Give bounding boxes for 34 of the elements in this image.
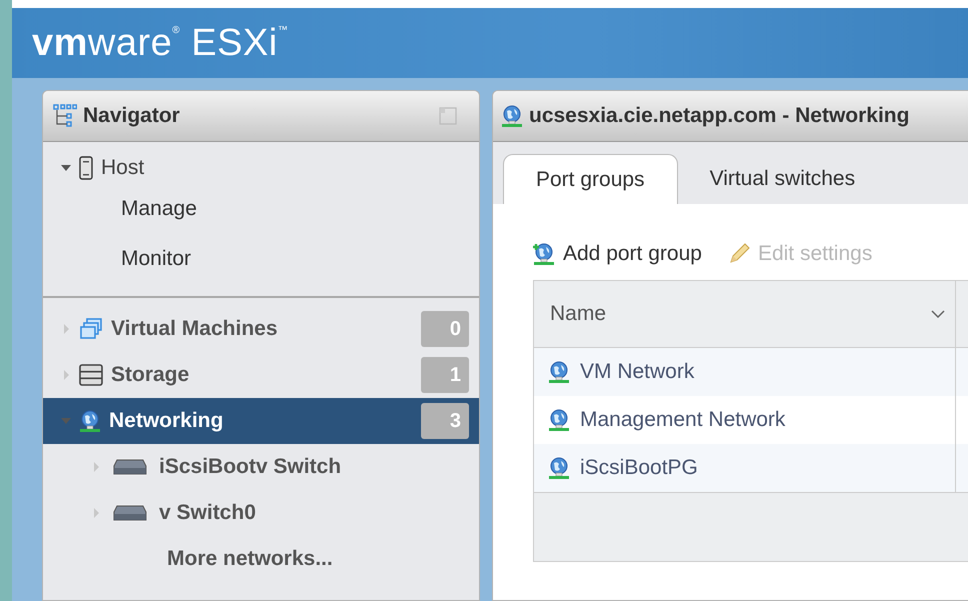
nav-item[interactable]: Monitor — [43, 234, 479, 284]
logo: vmware$^{®}$ ESXi$^{™}$ — [32, 22, 288, 64]
switch-icon — [113, 505, 147, 521]
network-icon — [548, 457, 570, 479]
add-button[interactable]: Add port group — [533, 242, 702, 266]
server-icon — [79, 156, 93, 180]
switch-icon — [113, 459, 147, 475]
caret-icon[interactable] — [61, 163, 71, 173]
more-link[interactable]: More networks... — [43, 536, 479, 582]
count-badge: 0 — [421, 311, 469, 347]
chevron-icon — [931, 310, 945, 318]
network-icon — [548, 361, 570, 383]
panel-title: ucsesxia.cie.netapp.com - Networking — [529, 104, 910, 128]
storage-icon — [79, 364, 103, 386]
nav-item[interactable]: Networking 3 — [43, 398, 479, 444]
add-network-icon — [533, 243, 555, 265]
panel-title: Navigator — [83, 104, 180, 128]
count-badge: 1 — [421, 357, 469, 393]
network-icon — [79, 410, 101, 432]
pencil-icon — [728, 243, 750, 265]
network-icon — [548, 409, 570, 431]
nav-item[interactable]: iScsiBootv Switch — [43, 444, 479, 490]
tree-icon — [53, 104, 77, 128]
collapse-icon[interactable] — [439, 107, 457, 125]
virtual-machines-icon — [79, 318, 103, 340]
nav-item[interactable]: Virtual Machines 0 — [43, 306, 479, 352]
tab[interactable]: Virtual switches — [678, 154, 888, 204]
nav-item[interactable]: Manage — [43, 184, 479, 234]
tab[interactable]: Port groups — [503, 154, 678, 204]
count-badge: 3 — [421, 403, 469, 439]
nav-item[interactable]: v Switch0 — [43, 490, 479, 536]
nav-item[interactable]: Storage 1 — [43, 352, 479, 398]
network-icon — [501, 105, 523, 127]
nav-item[interactable]: Host — [43, 152, 479, 184]
